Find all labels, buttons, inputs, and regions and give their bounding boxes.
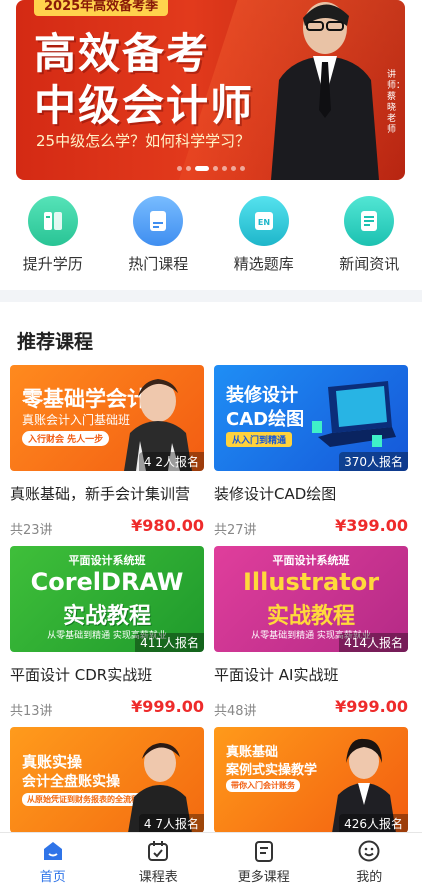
course-price: ¥399.00 [335, 516, 408, 535]
tab-more-courses[interactable]: 更多课程 [211, 833, 317, 887]
course-thumbnail[interactable]: 真账基础 案例式实操教学 带你入门会计账务 426人报名 [214, 727, 408, 833]
enroll-count: 4 2人报名 [138, 452, 204, 471]
course-thumbnail[interactable]: 真账实操 会计全盘账实操 从原始凭证到财务报表的全流程 4 7人报名 [10, 727, 204, 833]
bottom-tab-bar: 首页 课程表 更多课程 我的 [0, 832, 422, 887]
thumb-badge: 带你入门会计账务 [226, 779, 300, 792]
quick-nav-news[interactable]: 新闻资讯 [317, 190, 422, 290]
banner-tag: 2025年高效备考季 [34, 0, 169, 16]
tab-schedule[interactable]: 课程表 [106, 833, 212, 887]
laptop-illustration [312, 381, 396, 447]
lesson-count: 共27讲 [214, 523, 257, 538]
course-card[interactable]: 平面设计系统班 Illustrator 实战教程 从零基础到精通 实现高薪就业 … [214, 546, 408, 719]
quick-nav-hot-courses[interactable]: 热门课程 [106, 190, 212, 290]
section-title: 推荐课程 [17, 331, 94, 353]
carousel-dots [16, 166, 405, 171]
enroll-count: 414人报名 [339, 633, 408, 652]
banner-title-line2: 中级会计师 [34, 81, 255, 130]
enroll-count: 411人报名 [135, 633, 204, 652]
course-price: ¥980.00 [131, 516, 204, 535]
course-card[interactable]: 平面设计系统班 CorelDRAW 实战教程 从零基础到精通 实现高薪就业 41… [10, 546, 204, 719]
quick-nav-label: 新闻资讯 [339, 255, 400, 273]
course-card[interactable]: 真账基础 案例式实操教学 带你入门会计账务 426人报名 [214, 727, 408, 833]
question-bank-icon: EN [238, 196, 289, 246]
carousel-dot-active[interactable] [194, 166, 209, 171]
tab-profile[interactable]: 我的 [317, 833, 422, 887]
book-icon [27, 196, 78, 246]
banner-carousel: 2025年高效备考季 高效备考 中级会计师 25中级怎么学？如何科学学习？ 讲师… [0, 0, 422, 190]
thumb-kicker: 平面设计系统班 [68, 554, 146, 567]
course-price: ¥999.00 [131, 697, 204, 716]
teacher-photo [271, 2, 379, 180]
enroll-count: 4 7人报名 [138, 814, 204, 833]
calendar-icon [148, 841, 169, 861]
courses-icon [254, 841, 273, 862]
thumb-headline: 真账实操 [22, 753, 83, 771]
course-thumbnail[interactable]: 零基础学会计 真账会计入门基础班 入行财会 先人一步 4 2人报名 [10, 365, 204, 471]
course-title[interactable]: 真账基础，新手会计集训营 [10, 483, 204, 504]
thumb-badge: 从入门到精通 [226, 432, 293, 447]
course-card[interactable]: 真账实操 会计全盘账实操 从原始凭证到财务报表的全流程 4 7人报名 [10, 727, 204, 833]
course-icon [133, 196, 184, 246]
quick-nav-label: 热门课程 [128, 255, 189, 273]
course-card[interactable]: 装修设计 CAD绘图 从入门到精通 370人报名 装修设计CAD绘图 共27讲 … [214, 365, 408, 538]
thumb-subtitle: 案例式实操教学 [226, 763, 318, 778]
app-page: 2025年高效备考季 高效备考 中级会计师 25中级怎么学？如何科学学习？ 讲师… [0, 0, 422, 887]
carousel-dot[interactable] [176, 166, 182, 171]
thumb-badge: 入行财会 先人一步 [22, 431, 110, 446]
thumb-subtitle: CAD绘图 [226, 409, 305, 430]
carousel-dot[interactable] [221, 166, 227, 171]
course-title[interactable]: 平面设计 AI实战班 [214, 664, 408, 685]
quick-nav-label: 精选题库 [233, 255, 294, 273]
quick-nav-label: 提升学历 [22, 255, 83, 273]
teacher-label: 讲师：蔡晓老师 [387, 70, 405, 135]
home-icon [43, 842, 62, 860]
thumb-headline: 装修设计 [226, 385, 298, 406]
course-thumbnail[interactable]: 平面设计系统班 CorelDRAW 实战教程 从零基础到精通 实现高薪就业 41… [10, 546, 204, 652]
lesson-count: 共48讲 [214, 704, 257, 719]
carousel-dot[interactable] [230, 166, 236, 171]
quick-nav-degree[interactable]: 提升学历 [0, 190, 106, 290]
tab-label: 更多课程 [237, 870, 290, 885]
profile-icon [358, 840, 380, 862]
tab-label: 课程表 [138, 870, 178, 885]
quick-nav: 提升学历 热门课程 EN 精选题库 新闻资讯 [0, 190, 422, 290]
thumb-kicker: 平面设计系统班 [272, 554, 350, 567]
lesson-count: 共13讲 [10, 704, 53, 719]
svg-text:EN: EN [258, 218, 270, 227]
lesson-count: 共23讲 [10, 523, 53, 538]
carousel-dot[interactable] [185, 166, 191, 171]
thumb-subtitle: 会计全盘账实操 [22, 774, 120, 790]
quick-nav-question-bank[interactable]: EN 精选题库 [211, 190, 317, 290]
section-divider [0, 290, 422, 302]
carousel-dot[interactable] [212, 166, 218, 171]
tab-label: 我的 [356, 870, 383, 885]
banner-subtitle: 25中级怎么学？如何科学学习？ [36, 132, 251, 150]
banner-slide[interactable]: 2025年高效备考季 高效备考 中级会计师 25中级怎么学？如何科学学习？ 讲师… [16, 0, 405, 180]
thumb-headline: 真账基础 [226, 745, 279, 760]
tab-home[interactable]: 首页 [0, 833, 106, 887]
course-title[interactable]: 平面设计 CDR实战班 [10, 664, 204, 685]
course-price: ¥999.00 [335, 697, 408, 716]
tab-label: 首页 [39, 870, 66, 885]
course-card[interactable]: 零基础学会计 真账会计入门基础班 入行财会 先人一步 4 2人报名 真账基础，新… [10, 365, 204, 538]
enroll-count: 370人报名 [339, 452, 408, 471]
course-thumbnail[interactable]: 平面设计系统班 Illustrator 实战教程 从零基础到精通 实现高薪就业 … [214, 546, 408, 652]
thumb-headline: CorelDRAW [30, 568, 184, 596]
thumb-subtitle: 实战教程 [62, 604, 151, 629]
course-title[interactable]: 装修设计CAD绘图 [214, 483, 408, 504]
thumb-headline: Illustrator [242, 568, 380, 596]
thumb-subtitle: 实战教程 [266, 604, 355, 629]
thumb-subtitle: 真账会计入门基础班 [22, 413, 131, 427]
carousel-dot[interactable] [239, 166, 245, 171]
news-icon [344, 196, 395, 246]
enroll-count: 426人报名 [339, 814, 408, 833]
course-thumbnail[interactable]: 装修设计 CAD绘图 从入门到精通 370人报名 [214, 365, 408, 471]
